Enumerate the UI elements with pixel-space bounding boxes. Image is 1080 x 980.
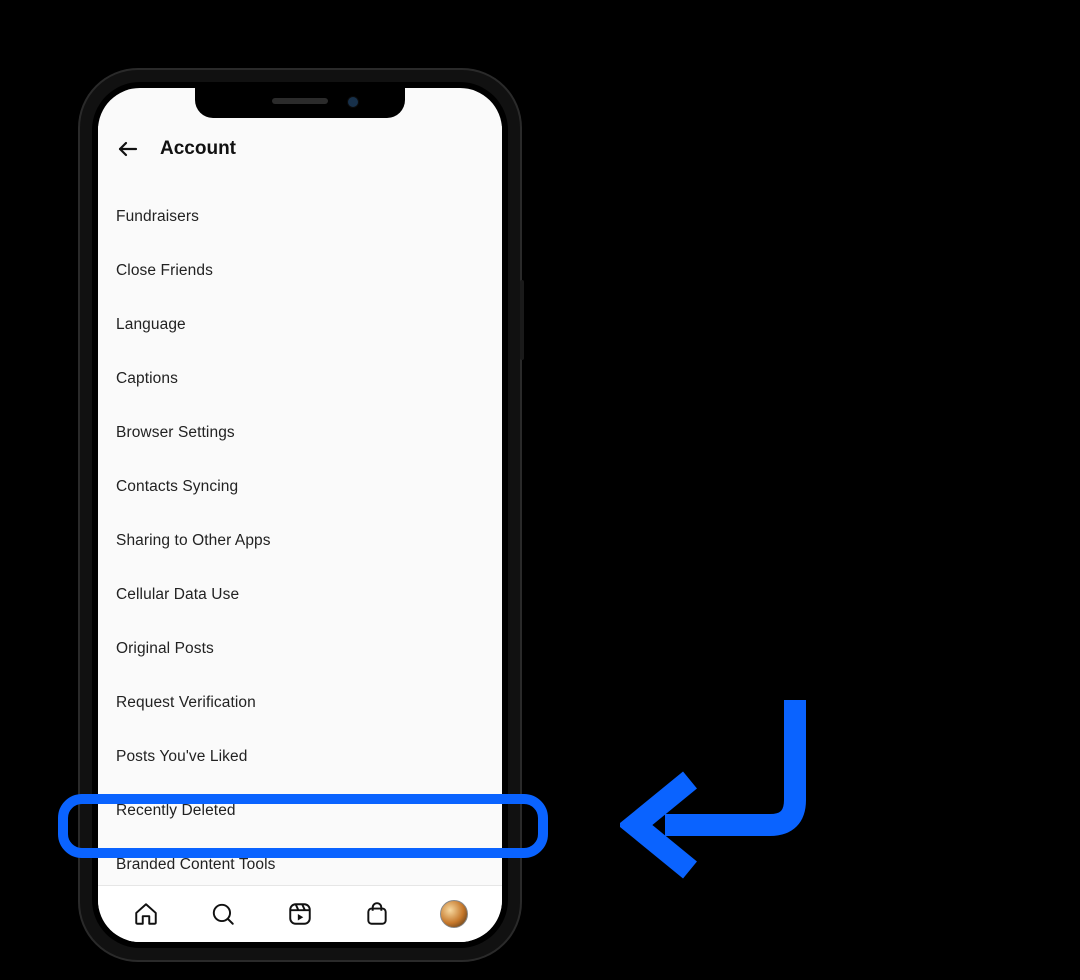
- nav-shop[interactable]: [363, 900, 391, 928]
- header-bar: Account: [98, 126, 502, 172]
- nav-search[interactable]: [209, 900, 237, 928]
- nav-home[interactable]: [132, 900, 160, 928]
- stage: Account FundraisersClose FriendsLanguage…: [0, 0, 1080, 980]
- menu-item-contacts-syncing[interactable]: Contacts Syncing: [98, 460, 502, 514]
- menu-item-sharing-to-other-apps[interactable]: Sharing to Other Apps: [98, 514, 502, 568]
- back-button[interactable]: [114, 135, 142, 163]
- account-menu-list[interactable]: FundraisersClose FriendsLanguageCaptions…: [98, 184, 502, 886]
- menu-item-browser-settings[interactable]: Browser Settings: [98, 406, 502, 460]
- menu-item-close-friends[interactable]: Close Friends: [98, 244, 502, 298]
- notch: [195, 88, 405, 118]
- menu-item-posts-you-ve-liked[interactable]: Posts You've Liked: [98, 730, 502, 784]
- annotation-highlight-box: [58, 794, 548, 858]
- shop-icon: [364, 901, 390, 927]
- side-button: [520, 280, 524, 360]
- bottom-nav: [98, 885, 502, 942]
- menu-item-captions[interactable]: Captions: [98, 352, 502, 406]
- nav-reels[interactable]: [286, 900, 314, 928]
- arrow-left-icon: [116, 137, 140, 161]
- nav-profile[interactable]: [440, 900, 468, 928]
- menu-item-original-posts[interactable]: Original Posts: [98, 622, 502, 676]
- avatar: [440, 900, 468, 928]
- home-icon: [133, 901, 159, 927]
- menu-item-request-verification[interactable]: Request Verification: [98, 676, 502, 730]
- menu-item-fundraisers[interactable]: Fundraisers: [98, 190, 502, 244]
- page-title: Account: [160, 138, 236, 160]
- speaker-slot: [272, 98, 328, 104]
- annotation-arrow: [620, 690, 830, 900]
- front-camera: [347, 96, 359, 108]
- menu-item-cellular-data-use[interactable]: Cellular Data Use: [98, 568, 502, 622]
- reels-icon: [287, 901, 313, 927]
- search-icon: [210, 901, 236, 927]
- menu-item-language[interactable]: Language: [98, 298, 502, 352]
